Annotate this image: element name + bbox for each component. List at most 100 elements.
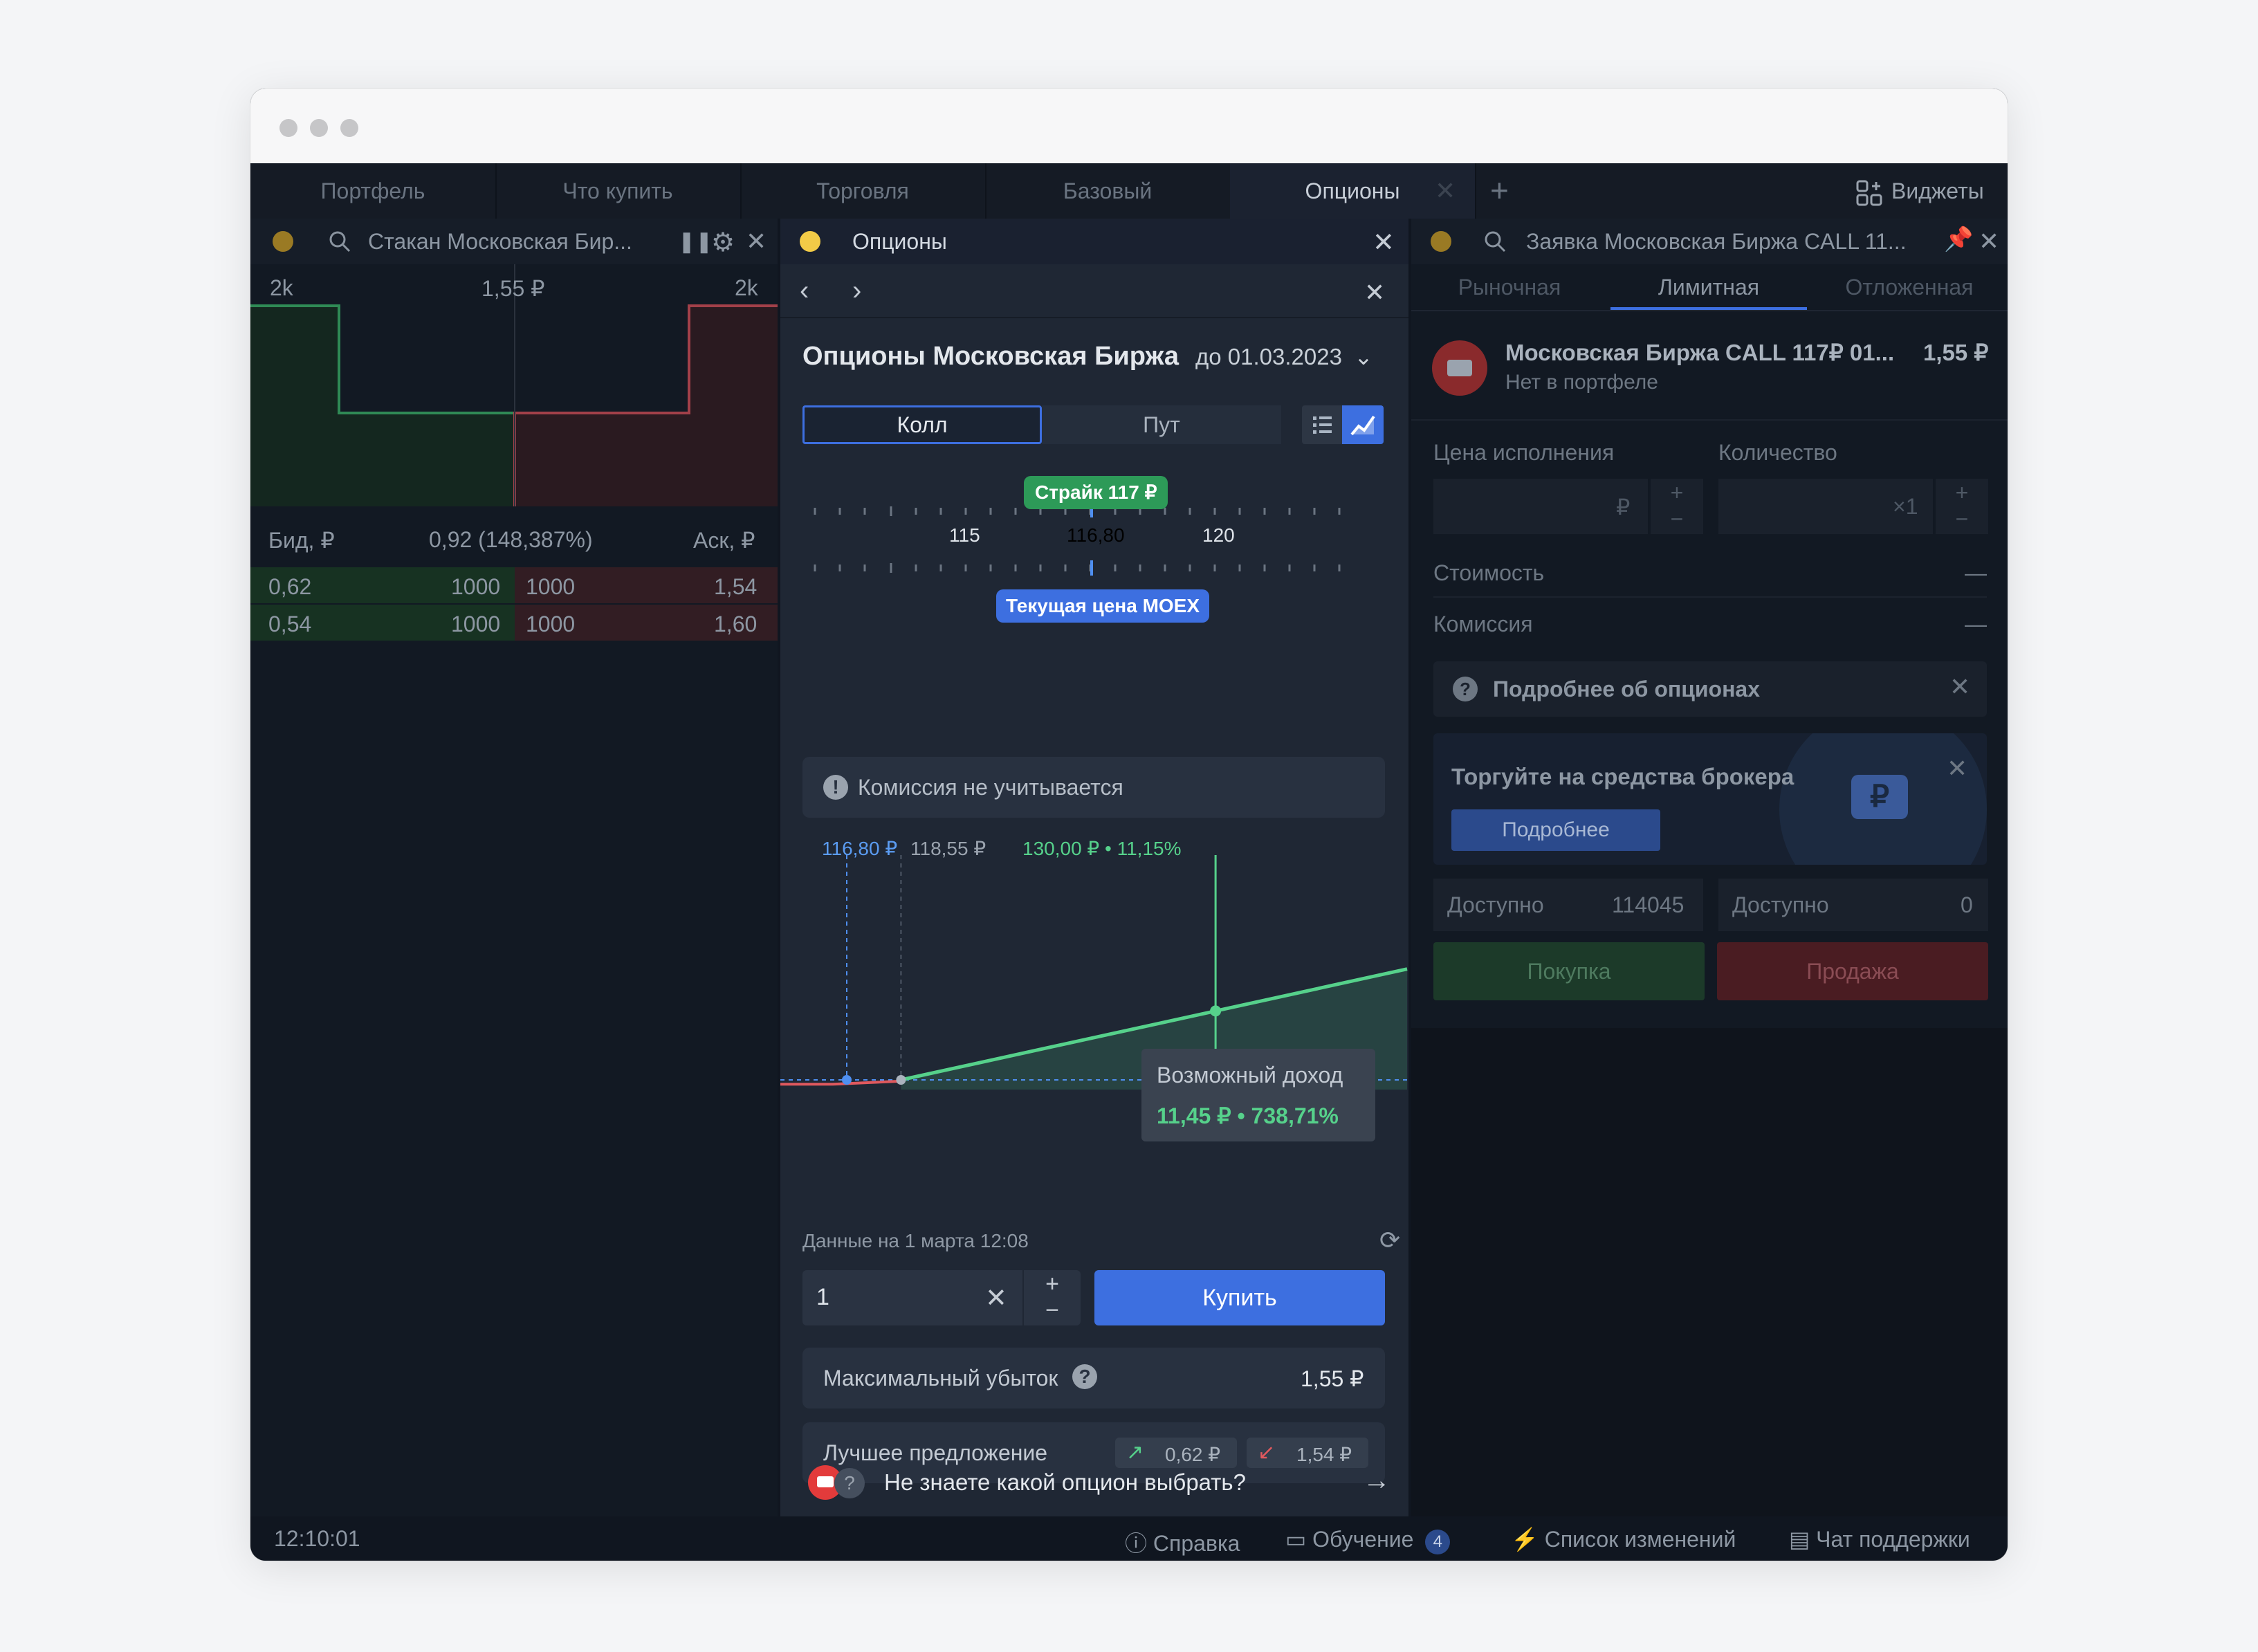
promo-title: Торгуйте на средства брокера bbox=[1451, 764, 1795, 789]
add-tab-icon[interactable]: + bbox=[1490, 174, 1509, 206]
link-color-dot[interactable] bbox=[1431, 231, 1451, 252]
lightning-icon: ⚡ bbox=[1511, 1527, 1539, 1552]
tab-close-icon[interactable]: ✕ bbox=[1435, 178, 1456, 203]
strike-badge[interactable]: Страйк 117 ₽ bbox=[1024, 476, 1168, 509]
tab-portfolio[interactable]: Портфель bbox=[250, 163, 497, 219]
qty-unit: ×1 bbox=[1893, 494, 1918, 519]
link-color-dot[interactable] bbox=[273, 231, 293, 252]
pause-icon[interactable]: ❚❚ bbox=[678, 230, 713, 254]
list-view-icon[interactable] bbox=[1302, 405, 1342, 444]
help-icon: ? bbox=[1453, 677, 1478, 701]
clear-icon[interactable]: ✕ bbox=[985, 1283, 1007, 1314]
gear-icon[interactable]: ⚙ bbox=[711, 227, 735, 258]
learning-link[interactable]: ▭ Обучение 4 bbox=[1285, 1526, 1451, 1554]
increment-icon[interactable]: + bbox=[1936, 479, 1988, 506]
order-title: Заявка Московская Биржа CALL 11... bbox=[1526, 229, 1907, 254]
support-chat-link[interactable]: ▤ Чат поддержки bbox=[1789, 1526, 1970, 1552]
available-right-value: 0 bbox=[1961, 892, 1973, 917]
scale-label-right: 120 bbox=[1202, 524, 1235, 546]
chart-view-icon[interactable] bbox=[1342, 405, 1384, 444]
options-panel-title: Опционы bbox=[852, 229, 947, 254]
payoff-chart[interactable]: 116,80 ₽ 118,55 ₽ 130,00 ₽ • 11,15% Возм… bbox=[780, 827, 1408, 1215]
purchase-button[interactable]: Покупка bbox=[1433, 942, 1705, 1000]
close-icon[interactable]: ✕ bbox=[1949, 672, 1970, 701]
qty-input[interactable]: ×1 bbox=[1718, 479, 1933, 534]
link-color-dot[interactable] bbox=[800, 231, 820, 252]
quantity-input[interactable]: 1 ✕ bbox=[802, 1270, 1022, 1325]
forward-icon[interactable]: › bbox=[852, 275, 861, 306]
pin-icon[interactable]: 📌 bbox=[1944, 226, 1973, 253]
back-icon[interactable]: ‹ bbox=[800, 275, 809, 306]
widgets-label: Виджеты bbox=[1891, 178, 1984, 203]
refresh-icon[interactable]: ⟳ bbox=[1379, 1226, 1400, 1255]
window-zoom-dot[interactable] bbox=[340, 119, 358, 137]
price-input[interactable]: ₽ bbox=[1433, 479, 1648, 534]
question-icon: ? bbox=[834, 1468, 865, 1498]
strike-scale[interactable]: Страйк 117 ₽ 115 116,80 120 Текущая цена… bbox=[780, 447, 1408, 623]
tooltip-value: 11,45 ₽ • 738,71% bbox=[1157, 1103, 1339, 1128]
chat-label: Чат поддержки bbox=[1816, 1527, 1970, 1552]
close-icon[interactable]: ✕ bbox=[1373, 227, 1395, 258]
decrement-icon[interactable]: − bbox=[1024, 1298, 1081, 1325]
decrement-icon[interactable]: − bbox=[1651, 506, 1703, 534]
search-icon[interactable] bbox=[1483, 230, 1507, 253]
chat-icon: ▤ bbox=[1789, 1527, 1810, 1552]
window-minimize-dot[interactable] bbox=[310, 119, 328, 137]
chart-label-current: 116,80 ₽ bbox=[822, 838, 898, 859]
help-icon[interactable]: ? bbox=[1072, 1364, 1097, 1389]
tab-market[interactable]: Рыночная bbox=[1411, 264, 1608, 310]
expiry-value: до 01.03.2023 bbox=[1195, 344, 1342, 369]
tab-basic[interactable]: Базовый bbox=[985, 163, 1231, 219]
close-icon[interactable]: ✕ bbox=[1979, 227, 1999, 256]
changes-label: Список изменений bbox=[1544, 1527, 1736, 1552]
quantity-stepper[interactable]: + − bbox=[1024, 1270, 1081, 1325]
qty-label: Количество bbox=[1718, 440, 1837, 465]
table-row[interactable]: 0,62 1000 1000 1,54 bbox=[250, 567, 778, 603]
close-icon[interactable]: ✕ bbox=[1364, 278, 1385, 307]
price-stepper[interactable]: + − bbox=[1651, 479, 1703, 534]
commission-label: Комиссия bbox=[1433, 612, 1533, 636]
orderbook-price: 1,55 ₽ bbox=[481, 276, 545, 301]
helper-banner-content[interactable]: ? Не знаете какой опцион выбрать? → bbox=[780, 1450, 1408, 1516]
order-type-tabs: Рыночная Лимитная Отложенная bbox=[1411, 264, 2008, 311]
widgets-button[interactable]: Виджеты bbox=[1855, 163, 1984, 219]
close-icon[interactable]: ✕ bbox=[746, 227, 767, 256]
increment-icon[interactable]: + bbox=[1651, 479, 1703, 506]
put-toggle[interactable]: Пут bbox=[1042, 405, 1281, 444]
payoff-chart-svg bbox=[780, 855, 1408, 1090]
arrow-right-icon[interactable]: → bbox=[1363, 1465, 1390, 1496]
options-panel: Опционы ✕ ‹ › ✕ Опционы Московская Биржа… bbox=[780, 219, 1408, 1561]
tab-what-to-buy[interactable]: Что купить bbox=[495, 163, 742, 219]
tooltip-title: Возможный доход bbox=[1157, 1063, 1343, 1087]
sale-button[interactable]: Продажа bbox=[1717, 942, 1988, 1000]
promo-banner: ₽ Торгуйте на средства брокера Подробнее… bbox=[1433, 733, 1987, 865]
ask-qty: 1000 bbox=[526, 612, 576, 636]
help-link[interactable]: ⓘ Справка bbox=[1125, 1526, 1240, 1558]
increment-icon[interactable]: + bbox=[1024, 1270, 1081, 1298]
instrument-name: Московская Биржа CALL 117₽ 01... bbox=[1505, 340, 1895, 365]
options-info-label: Подробнее об опционах bbox=[1493, 677, 1760, 701]
instrument-price: 1,55 ₽ bbox=[1923, 340, 1989, 365]
promo-button[interactable]: Подробнее bbox=[1451, 809, 1660, 851]
window-close-dot[interactable] bbox=[279, 119, 297, 137]
qty-stepper[interactable]: + − bbox=[1936, 479, 1988, 534]
scale-label-left: 115 bbox=[949, 524, 980, 546]
expiry-select[interactable]: до 01.03.2023 ⌄ bbox=[1195, 343, 1373, 370]
orderbook-title: Стакан Московская Бир... bbox=[368, 229, 632, 254]
depth-left-label: 2k bbox=[270, 275, 293, 300]
decrement-icon[interactable]: − bbox=[1936, 506, 1988, 534]
changes-link[interactable]: ⚡ Список изменений bbox=[1511, 1526, 1736, 1552]
tab-options-label: Опционы bbox=[1305, 178, 1400, 203]
table-row[interactable]: 0,54 1000 1000 1,60 bbox=[250, 605, 778, 641]
tab-limit[interactable]: Лимитная bbox=[1610, 264, 1807, 310]
close-icon[interactable]: ✕ bbox=[1947, 754, 1967, 783]
call-toggle[interactable]: Колл bbox=[802, 405, 1042, 444]
bid-price: 0,62 bbox=[268, 574, 312, 599]
tab-deferred[interactable]: Отложенная bbox=[1811, 264, 2008, 310]
buy-button[interactable]: Купить bbox=[1094, 1270, 1385, 1325]
bid-header: Бид, ₽ bbox=[268, 528, 335, 553]
tab-trading[interactable]: Торговля bbox=[740, 163, 986, 219]
app-window: Портфель Что купить Торговля Базовый Опц… bbox=[250, 89, 2008, 1561]
search-icon[interactable] bbox=[328, 230, 351, 253]
options-info-box[interactable]: ? Подробнее об опционах ✕ bbox=[1433, 661, 1987, 717]
